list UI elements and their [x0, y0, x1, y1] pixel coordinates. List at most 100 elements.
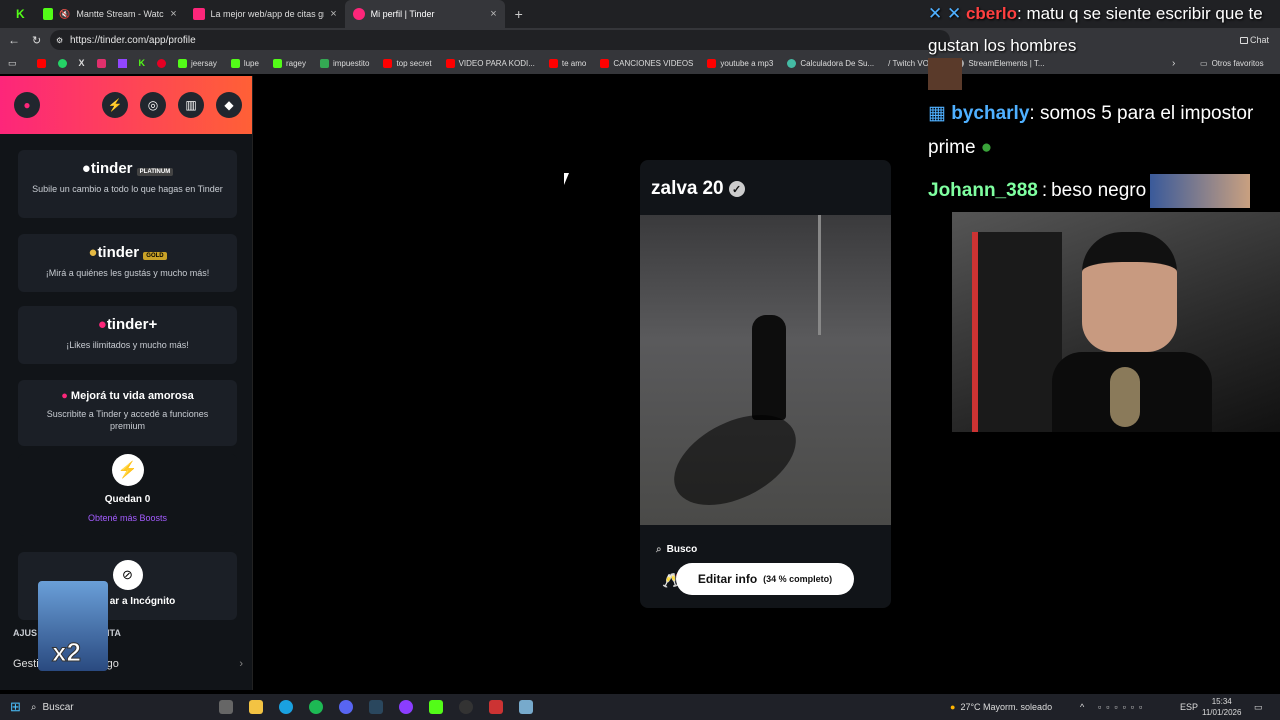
back-icon[interactable]: ← — [8, 33, 20, 47]
subscribe-title: ● Mejorá tu vida amorosa — [61, 390, 194, 402]
bookmark-label: ragey — [285, 58, 306, 68]
explore-button[interactable]: ◎ — [140, 92, 166, 118]
profile-name: zalva — [651, 178, 698, 199]
chat-badge-icon: ✕ ✕ — [928, 4, 962, 23]
platinum-description: Subile un cambio a todo lo que hagas en … — [32, 184, 223, 194]
apps-icon[interactable]: ▭ — [8, 58, 17, 69]
platinum-badge: PLATINUM — [136, 168, 174, 176]
bookmark-ragey[interactable]: ragey — [272, 58, 306, 68]
bookmark-label: VIDEO PARA KODI... — [458, 58, 535, 68]
youtube-icon — [707, 58, 717, 68]
tray-icons[interactable]: ▫▫▫▫▫▫ — [1098, 702, 1147, 712]
youtube-icon — [600, 58, 610, 68]
discord-icon[interactable] — [338, 700, 353, 714]
bookmark-lupe[interactable]: lupe — [230, 58, 259, 68]
person-silhouette — [752, 315, 786, 420]
plus-card[interactable]: ●tinder+ ¡Likes ilimitados y mucho más! — [18, 306, 237, 364]
taskbar-search-label: Buscar — [42, 701, 74, 713]
youtube-bookmark-icon[interactable] — [36, 58, 46, 68]
bookmark-youtube-mp3[interactable]: youtube a mp3 — [707, 58, 773, 68]
kick-app-icon[interactable]: K — [16, 7, 25, 21]
windows-start-icon[interactable]: ⊞ — [10, 699, 21, 715]
obs-icon[interactable] — [458, 700, 473, 714]
clock-date: 11/01/2026 — [1202, 708, 1242, 717]
bookmark-impuestito[interactable]: impuestito — [319, 58, 369, 68]
url-text: https://tinder.com/app/profile — [70, 34, 196, 46]
bookmark-label: CANCIONES VIDEOS — [613, 58, 694, 68]
weather-text: 27°C Mayorm. soleado — [960, 702, 1053, 712]
bookmark-video-kodi[interactable]: VIDEO PARA KODI... — [445, 58, 535, 68]
reload-icon[interactable]: ↻ — [32, 34, 41, 47]
kick-icon[interactable] — [428, 700, 443, 714]
chat-text: beso negro — [1051, 180, 1147, 201]
notification-icon[interactable]: ▭ — [1254, 702, 1263, 713]
tab-tinder-web[interactable]: La mejor web/app de citas gratis × — [185, 0, 345, 28]
taskbar-search[interactable]: ⌕ Buscar — [31, 696, 211, 718]
calculator-icon — [787, 58, 797, 68]
windows-taskbar: ⊞ ⌕ Buscar ● 27°C Mayorm. soleado ^ ▫▫▫▫▫… — [0, 694, 1280, 720]
chat-avatar — [928, 58, 962, 90]
chat-message: Johann_388: beso negro — [928, 174, 1278, 208]
kick-bookmark-icon[interactable]: K — [139, 58, 146, 68]
video-app-icon[interactable] — [488, 700, 503, 714]
profile-avatar-button[interactable]: ● — [14, 92, 40, 118]
weather-widget[interactable]: ● 27°C Mayorm. soleado — [950, 702, 1052, 712]
new-tab-icon[interactable]: + — [515, 6, 523, 22]
platinum-card[interactable]: ●tinder PLATINUM Subile un cambio a todo… — [18, 150, 237, 218]
boosts-remaining: Quedan 0 — [104, 494, 151, 505]
safety-button[interactable]: ◆ — [216, 92, 242, 118]
instagram-bookmark-icon[interactable] — [96, 58, 106, 68]
twitch-bookmark-icon[interactable] — [117, 58, 127, 68]
gold-description: ¡Mirá a quiénes les gustás y mucho más! — [45, 268, 210, 278]
bookmark-te-amo[interactable]: te amo — [548, 58, 586, 68]
get-more-boosts-link[interactable]: Obtené más Boosts — [18, 513, 237, 523]
boost-button[interactable]: ⚡ — [102, 92, 128, 118]
subscribe-card[interactable]: ● Mejorá tu vida amorosa Suscribite a Ti… — [18, 380, 237, 446]
tab-title: La mejor web/app de citas gratis — [210, 9, 325, 19]
chat-badge-icon: ▦ — [928, 103, 946, 124]
emote-overlay: x2 — [38, 581, 108, 671]
bookmark-label: lupe — [243, 58, 259, 68]
edit-info-button[interactable]: Editar info (34 % completo) — [676, 563, 854, 595]
profile-photo[interactable] — [640, 215, 891, 525]
tab-mantte-stream[interactable]: 🔇 Mantte Stream - Watch Live o × — [35, 0, 185, 28]
bookmark-jeersay[interactable]: jeersay — [178, 58, 217, 68]
gifts-button[interactable]: ▥ — [178, 92, 204, 118]
chevron-right-icon: › — [239, 658, 243, 670]
looking-for-row: ⌕ Busco — [656, 544, 697, 555]
mute-icon[interactable]: 🔇 — [59, 9, 70, 20]
clock[interactable]: 15:34 11/01/2026 — [1202, 696, 1241, 718]
spotify-icon[interactable] — [308, 700, 323, 714]
file-explorer-icon[interactable] — [248, 700, 263, 714]
steam-icon[interactable] — [368, 700, 383, 714]
x-bookmark-icon[interactable]: X — [79, 58, 85, 68]
language-indicator[interactable]: ESP — [1180, 702, 1198, 712]
kick-icon — [230, 58, 240, 68]
task-view-icon[interactable] — [218, 700, 233, 714]
clock-time: 15:34 — [1211, 697, 1232, 706]
canva-icon[interactable] — [398, 700, 413, 714]
streamer-face — [1082, 232, 1177, 352]
chrome-icon[interactable] — [518, 700, 533, 714]
chat-message: ✕ ✕ cberlo: matu q se siente escribir qu… — [928, 4, 1263, 55]
microphone-shape — [1110, 367, 1140, 427]
tab-tinder-profile[interactable]: Mi perfil | Tinder × — [344, 0, 505, 28]
compass-icon: ◎ — [147, 98, 159, 112]
bookmark-calculadora[interactable]: Calculadora De Su... — [787, 58, 874, 68]
bookmark-canciones[interactable]: CANCIONES VIDEOS — [600, 58, 694, 68]
tinder-sidebar: ● ⚡ ◎ ▥ ◆ ●tinder PLATINUM Subile un cam… — [0, 76, 253, 690]
boost-card[interactable]: ⚡ Quedan 0 Obtené más Boosts — [18, 454, 237, 536]
url-field[interactable]: ⚙ https://tinder.com/app/profile — [50, 30, 950, 50]
flame-icon: ● — [23, 98, 31, 112]
close-tab-icon[interactable]: × — [170, 8, 176, 20]
whatsapp-bookmark-icon[interactable] — [57, 58, 67, 68]
bookmark-top-secret[interactable]: top secret — [383, 58, 432, 68]
pinterest-bookmark-icon[interactable] — [157, 58, 167, 68]
chevron-up-icon[interactable]: ^ — [1080, 702, 1084, 712]
site-info-icon[interactable]: ⚙ — [56, 36, 63, 45]
edit-info-label: Editar info — [697, 572, 758, 586]
edge-icon[interactable] — [278, 700, 293, 714]
close-tab-icon[interactable]: × — [330, 8, 336, 20]
close-tab-icon[interactable]: × — [490, 8, 496, 20]
gold-card[interactable]: ●tinder GOLD ¡Mirá a quiénes les gustás … — [18, 234, 237, 292]
